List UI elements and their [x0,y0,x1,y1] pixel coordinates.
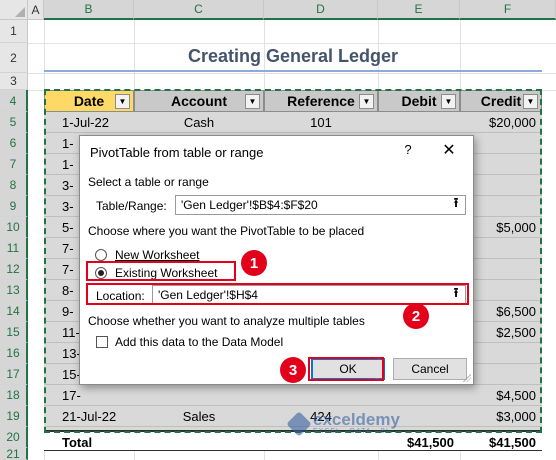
table-cell[interactable]: $4,500 [460,385,542,406]
exceldemy-watermark: exceldemy EXCEL · DATA · BI [286,410,400,437]
row-header-1[interactable]: 1 [0,20,28,43]
row-header-17[interactable]: 17 [0,364,28,385]
collapse-location-icon[interactable]: ⭱ [447,285,465,304]
location-label: Location: [96,289,145,303]
row-header-19[interactable]: 19 [0,406,28,427]
table-cell[interactable]: 1-Jul-22 [44,112,134,133]
filter-dropdown-icon[interactable]: ▼ [523,94,538,109]
existing-worksheet-label[interactable]: Existing Worksheet [115,266,218,280]
section-multiple-tables: Choose whether you want to analyze multi… [88,314,365,328]
row-header-9[interactable]: 9 [0,196,28,217]
header-date-label: Date [73,93,105,109]
ok-button[interactable]: OK [311,358,385,380]
dialog-title: PivotTable from table or range [90,145,264,160]
table-cell[interactable]: $20,000 [460,112,542,133]
row-header-16[interactable]: 16 [0,343,28,364]
section-placement: Choose where you want the PivotTable to … [88,224,365,238]
total-cell[interactable] [134,432,264,453]
table-cell[interactable] [134,385,264,406]
table-cell[interactable] [378,385,460,406]
column-header-a[interactable]: A [28,0,44,20]
row-header-21[interactable]: 21 [0,447,28,460]
header-date[interactable]: Date ▼ [44,90,134,112]
row-header-6[interactable]: 6 [0,133,28,154]
header-credit-label: Credit [480,93,522,109]
table-cell[interactable]: Sales [134,406,264,427]
sheet-title: Creating General Ledger [44,42,542,72]
close-icon[interactable]: ✕ [438,140,460,160]
row-header-8[interactable]: 8 [0,175,28,196]
row-header-2[interactable]: 2 [0,43,28,73]
new-worksheet-label[interactable]: New Worksheet [115,248,199,262]
help-icon[interactable]: ? [398,142,418,157]
header-account[interactable]: Account ▼ [134,90,264,112]
row-header-11[interactable]: 11 [0,238,28,259]
callout-badge-1: 1 [241,250,267,276]
data-model-label[interactable]: Add this data to the Data Model [115,335,283,349]
header-reference[interactable]: Reference ▼ [264,90,378,112]
column-header-e[interactable]: E [378,0,460,20]
header-reference-label: Reference [287,93,355,109]
resize-grip-icon[interactable] [463,374,471,382]
column-header-d[interactable]: D [264,0,378,20]
row-header-18[interactable]: 18 [0,385,28,406]
callout-badge-2: 2 [403,303,429,329]
table-cell[interactable]: Cash [134,112,264,133]
filter-dropdown-icon[interactable]: ▼ [441,94,456,109]
callout-badge-3: 3 [280,357,306,383]
filter-dropdown-icon[interactable]: ▼ [245,94,260,109]
header-credit[interactable]: Credit ▼ [460,90,542,112]
header-debit[interactable]: Debit ▼ [378,90,460,112]
table-range-label: Table/Range: [96,199,167,213]
existing-worksheet-radio[interactable] [95,267,107,279]
header-account-label: Account [171,93,227,109]
exceldemy-logo-icon [286,410,312,437]
row-header-20[interactable]: 20 [0,427,28,448]
total-debit[interactable]: $41,500 [378,432,460,453]
table-cell[interactable]: 21-Jul-22 [44,406,134,427]
row-header-10[interactable]: 10 [0,217,28,238]
total-credit[interactable]: $41,500 [460,432,542,453]
location-input[interactable]: 'Gen Ledger'!$H$4 [152,285,466,305]
total-cell[interactable] [264,432,378,453]
table-range-input[interactable]: 'Gen Ledger'!$B$4:$F$20 [175,195,466,215]
table-cell[interactable]: 101 [264,112,378,133]
location-value: 'Gen Ledger'!$H$4 [158,288,258,302]
table-cell[interactable]: 17- [44,385,134,406]
collapse-range-icon[interactable]: ⭱ [447,195,465,214]
column-header-f[interactable]: F [460,0,556,20]
table-cell[interactable] [264,385,378,406]
column-header-c[interactable]: C [134,0,264,20]
header-debit-label: Debit [401,93,437,109]
row-header-14[interactable]: 14 [0,301,28,322]
table-range-value: 'Gen Ledger'!$B$4:$F$20 [181,198,318,212]
row-header-12[interactable]: 12 [0,259,28,280]
table-cell[interactable]: $3,000 [460,406,542,427]
cancel-button[interactable]: Cancel [393,358,467,380]
column-header-b[interactable]: B [44,0,134,20]
table-cell[interactable] [378,112,460,133]
table-row: 17- $4,500 [44,385,542,406]
filter-dropdown-icon[interactable]: ▼ [115,94,130,109]
filter-dropdown-icon[interactable]: ▼ [359,94,374,109]
select-all-corner[interactable] [0,0,28,20]
section-select-range: Select a table or range [88,175,209,189]
watermark-tagline: EXCEL · DATA · BI [313,428,389,435]
new-worksheet-radio[interactable] [95,249,107,261]
row-header-13[interactable]: 13 [0,280,28,301]
data-model-checkbox[interactable] [96,336,108,348]
row-header-7[interactable]: 7 [0,154,28,175]
pivottable-dialog: PivotTable from table or range ? ✕ Selec… [79,135,474,385]
row-header-5[interactable]: 5 [0,112,28,133]
watermark-name: exceldemy [313,410,400,429]
table-row: 1-Jul-22 Cash 101 $20,000 [44,112,542,133]
row-header-15[interactable]: 15 [0,322,28,343]
row-header-4[interactable]: 4 [0,90,28,112]
row-header-3[interactable]: 3 [0,73,28,90]
total-label[interactable]: Total [44,432,134,453]
